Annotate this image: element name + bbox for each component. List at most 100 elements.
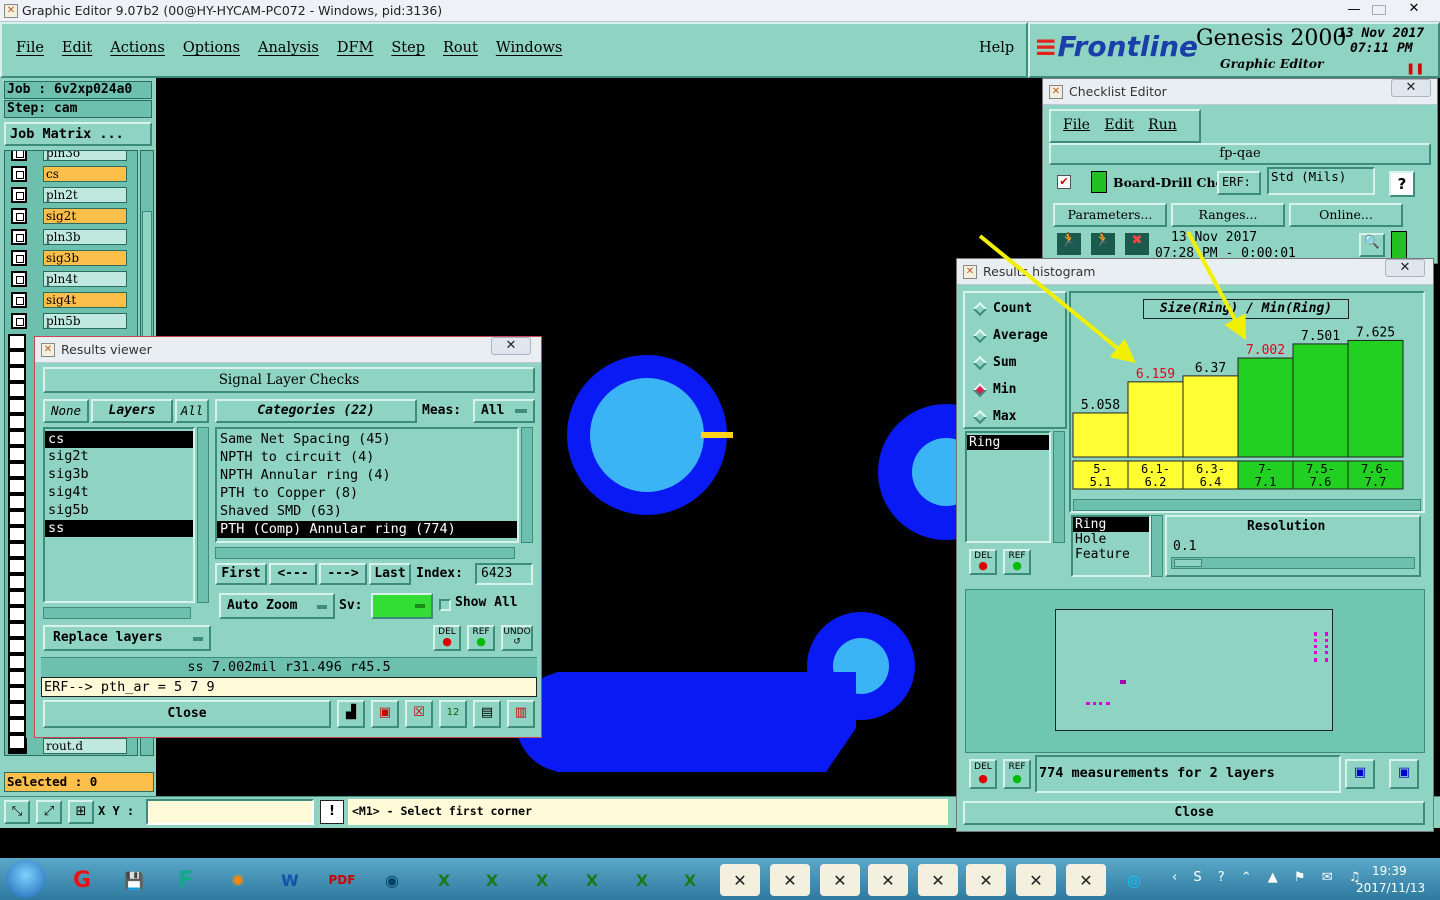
histogram-icon[interactable]: ▥ xyxy=(507,700,535,728)
close-icon[interactable]: ✕ xyxy=(491,337,531,355)
menu-dfm[interactable]: DFM xyxy=(337,40,374,56)
network-tool-icon[interactable]: ◎ xyxy=(1114,864,1154,896)
all-button[interactable]: All xyxy=(175,399,209,423)
histogram-attr-scrollbar[interactable] xyxy=(1053,431,1065,543)
layer-checkbox[interactable] xyxy=(11,313,27,329)
layer-row[interactable]: sig2t xyxy=(11,208,129,224)
maximize-button[interactable] xyxy=(1372,5,1386,15)
online-button[interactable]: Online... xyxy=(1289,203,1403,227)
zoom-fit-icon[interactable]: ⤡ xyxy=(4,800,30,824)
checklist-menu-run[interactable]: Run xyxy=(1148,117,1177,133)
histogram-bar[interactable] xyxy=(1127,381,1184,458)
layer-row[interactable]: cs xyxy=(11,166,129,182)
close-button[interactable]: Close xyxy=(43,700,331,728)
list-item[interactable]: PTH (Comp) Annular ring (774) xyxy=(217,521,517,538)
close-icon[interactable]: ✕ xyxy=(1385,259,1425,277)
report-icon[interactable]: ▤ xyxy=(473,700,501,728)
histogram-hscroll[interactable] xyxy=(1073,499,1421,511)
del-button[interactable]: DEL ● xyxy=(969,549,997,575)
ref-button[interactable]: REF ● xyxy=(1003,549,1031,575)
layer-row[interactable]: pln5b xyxy=(11,313,129,329)
resolution-slider[interactable] xyxy=(1171,557,1415,569)
export-icon[interactable]: ▣ xyxy=(371,700,399,728)
layer-row[interactable]: pln3o xyxy=(11,151,129,161)
layer-row[interactable]: sig4t xyxy=(11,292,129,308)
layer-row[interactable]: pln3b xyxy=(11,229,129,245)
board-preview[interactable] xyxy=(1055,609,1333,731)
list-item[interactable]: cs xyxy=(45,431,193,448)
histogram-bar[interactable] xyxy=(1347,339,1404,458)
menu-file[interactable]: File xyxy=(16,40,44,56)
close-icon[interactable]: ✕ xyxy=(1404,1,1424,19)
list-item[interactable]: Same Net Spacing (45) xyxy=(217,431,517,449)
attribute-scrollbar[interactable] xyxy=(1151,515,1163,577)
layer-checkbox[interactable] xyxy=(11,151,27,161)
mode-max[interactable]: Max xyxy=(965,403,1065,430)
layers-button[interactable]: Layers xyxy=(91,399,173,423)
none-button[interactable]: None xyxy=(43,399,89,423)
list-item[interactable]: sig5b xyxy=(45,502,193,520)
export-icon[interactable]: ▣ xyxy=(1345,759,1375,789)
genesis-window-icon[interactable]: ✕ xyxy=(918,864,958,896)
replace-layers-dropdown[interactable]: Replace layers xyxy=(43,625,211,651)
genesis-window-icon[interactable]: ✕ xyxy=(966,864,1006,896)
rv-layer-list[interactable]: cs sig2t sig3b sig4t sig5b ss xyxy=(43,427,195,603)
histogram-attr-list[interactable]: Ring xyxy=(965,431,1051,543)
list-item[interactable]: NPTH to circuit (4) xyxy=(217,449,517,467)
rv-layer-hscroll[interactable] xyxy=(43,607,191,619)
list-item[interactable]: Shaved SMD (63) xyxy=(217,503,517,521)
menu-help[interactable]: Help xyxy=(979,40,1014,56)
menu-step[interactable]: Step xyxy=(391,40,425,56)
save-icon[interactable]: 💾 xyxy=(114,864,154,896)
layer-checkbox[interactable] xyxy=(11,292,27,308)
layer-checkbox[interactable] xyxy=(11,208,27,224)
menu-analysis[interactable]: Analysis xyxy=(258,40,319,56)
list-item[interactable]: PTH to Copper (8) xyxy=(217,485,517,503)
word-icon[interactable]: W xyxy=(270,864,310,896)
genesis-window-icon[interactable]: ✕ xyxy=(1066,864,1106,896)
first-button[interactable]: First xyxy=(215,563,267,585)
undo-button[interactable]: UNDO ↺ xyxy=(501,625,533,651)
list-item[interactable]: Hole xyxy=(1073,532,1149,547)
list-item[interactable]: sig3b xyxy=(45,466,193,484)
list-item[interactable]: Ring xyxy=(967,435,1049,450)
del-button[interactable]: DEL ● xyxy=(433,625,461,651)
genesis-window-icon[interactable]: ✕ xyxy=(720,864,760,896)
excel-icon[interactable]: X xyxy=(572,864,612,896)
erf-field[interactable]: Std (Mils) xyxy=(1267,167,1375,195)
excel-icon[interactable]: X xyxy=(670,864,710,896)
checklist-menu-file[interactable]: File xyxy=(1063,117,1090,133)
genesis-window-icon[interactable]: ✕ xyxy=(868,864,908,896)
alert-icon[interactable]: ! xyxy=(320,800,344,824)
prev-button[interactable]: <--- xyxy=(269,563,317,585)
app-g-icon[interactable]: G xyxy=(62,864,102,896)
highlight-icon[interactable]: ▟ xyxy=(337,700,365,728)
ref-button[interactable]: REF ● xyxy=(1003,759,1031,789)
layer-row[interactable]: pln2t xyxy=(11,187,129,203)
rv-category-list[interactable]: Same Net Spacing (45) NPTH to circuit (4… xyxy=(215,427,519,543)
xy-field[interactable] xyxy=(146,799,314,825)
minimize-button[interactable]: — xyxy=(1343,2,1365,18)
genesis-window-icon[interactable]: ✕ xyxy=(1016,864,1056,896)
pdf-icon[interactable]: PDF xyxy=(322,864,362,896)
clear-icon[interactable]: ☒ xyxy=(405,700,433,728)
last-button[interactable]: Last xyxy=(369,563,411,585)
layer-checkbox[interactable] xyxy=(11,187,27,203)
list-item[interactable]: NPTH Annular ring (4) xyxy=(217,467,517,485)
rv-layer-scrollbar[interactable] xyxy=(197,427,209,603)
list-item[interactable]: Feature xyxy=(1073,547,1149,562)
layer-row[interactable]: sig3b xyxy=(11,250,129,266)
action-checkbox[interactable]: ✔ xyxy=(1057,175,1071,189)
ref-button[interactable]: REF ● xyxy=(467,625,495,651)
shell-icon[interactable]: ✺ xyxy=(218,864,258,896)
histogram-bar[interactable] xyxy=(1182,375,1239,458)
histogram-bar[interactable] xyxy=(1292,343,1349,458)
layer-row[interactable]: pln4t xyxy=(11,271,129,287)
next-button[interactable]: ---> xyxy=(319,563,367,585)
start-button[interactable] xyxy=(6,860,46,898)
menu-edit[interactable]: Edit xyxy=(62,40,92,56)
menu-rout[interactable]: Rout xyxy=(443,40,478,56)
attribute-list[interactable]: Ring Hole Feature xyxy=(1071,515,1151,577)
mode-min[interactable]: Min xyxy=(965,376,1065,403)
layer-row[interactable]: rout.d xyxy=(11,738,129,754)
